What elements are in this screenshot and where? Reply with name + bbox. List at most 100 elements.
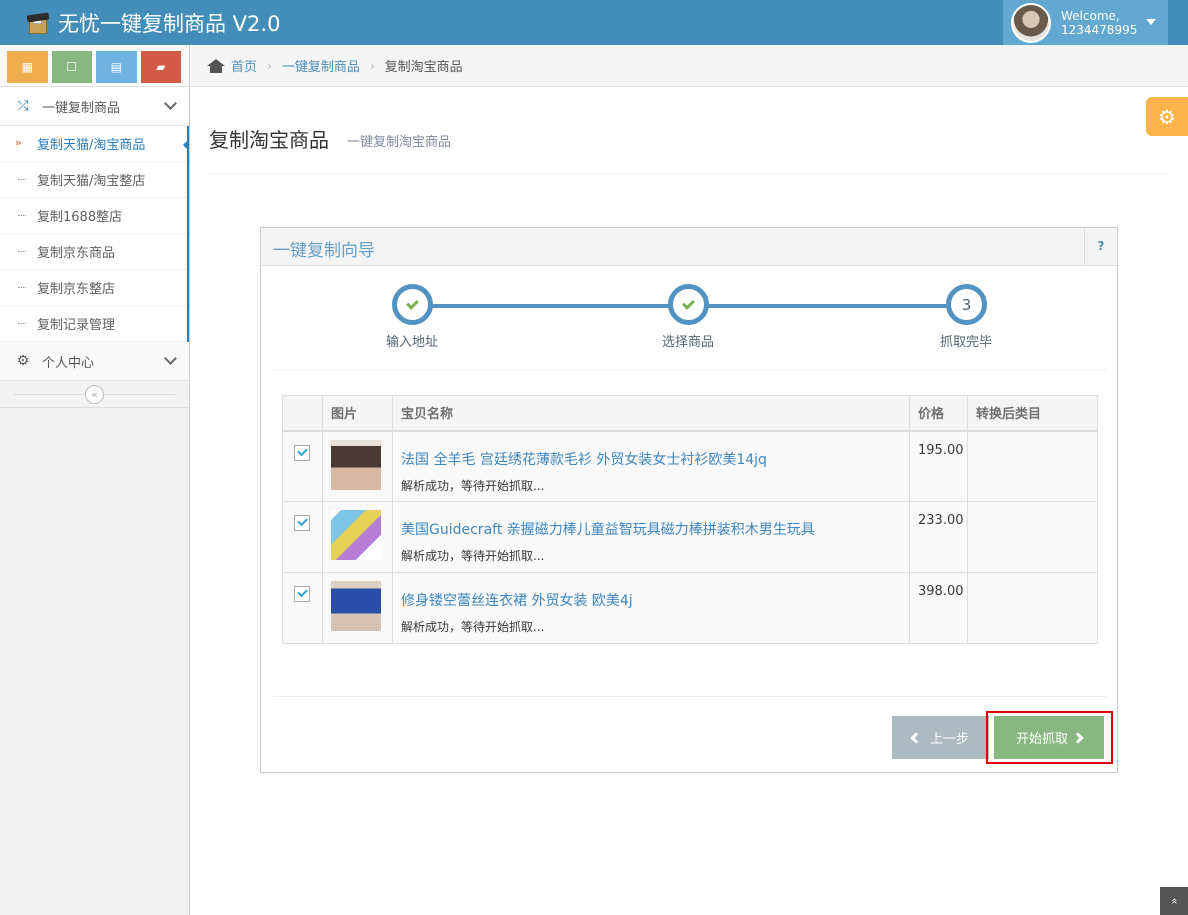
user-name: 1234478995	[1061, 22, 1138, 37]
product-status: 解析成功，等待开始抓取...	[401, 620, 545, 634]
product-price: 233.00	[909, 501, 968, 573]
step-number: 3	[961, 295, 972, 314]
sidebar-item-label: 复制京东整店	[37, 282, 116, 297]
step-2-circle	[668, 284, 709, 325]
box-logo-icon	[26, 11, 50, 35]
step-3-label: 抓取完毕	[939, 335, 992, 350]
wizard-title: 一键复制向导	[273, 241, 375, 261]
product-thumbnail	[331, 439, 381, 490]
table-row: 修身镂空蕾丝连衣裙 外贸女装 欧美4j 解析成功，等待开始抓取... 398.0…	[282, 572, 1098, 644]
check-icon	[406, 296, 419, 310]
product-category	[967, 430, 1098, 502]
sidebar-submenu: » 复制天猫/淘宝商品 复制天猫/淘宝整店 复制1688整店 复制京东商品 复制…	[0, 126, 189, 342]
user-menu[interactable]: Welcome, 1234478995	[1003, 0, 1168, 45]
caret-down-icon	[1146, 19, 1156, 25]
product-name-link[interactable]: 法国 全羊毛 宫廷绣花薄款毛衫 外贸女装女士衬衫欧美14jq	[401, 449, 909, 469]
product-category	[967, 501, 1098, 573]
column-header-price: 价格	[909, 395, 968, 432]
check-icon	[682, 296, 695, 310]
gear-icon: ⚙	[16, 353, 30, 369]
divider	[273, 696, 1106, 697]
table-header-row: 图片 宝贝名称 价格 转换后类目	[282, 395, 1098, 432]
grid-icon[interactable]: ▤	[96, 51, 137, 83]
product-thumbnail	[331, 510, 381, 560]
breadcrumb-home[interactable]: 首页	[231, 56, 257, 75]
collapse-sidebar-icon[interactable]: «	[85, 385, 104, 404]
breadcrumb-current: 复制淘宝商品	[384, 60, 463, 75]
step-2-label: 选择商品	[661, 335, 714, 350]
book-icon[interactable]: ▰	[140, 51, 181, 83]
page-title: 复制淘宝商品	[209, 128, 329, 152]
chevron-down-icon	[164, 352, 177, 365]
breadcrumb: 首页 › 一键复制商品 › 复制淘宝商品	[191, 45, 1188, 87]
user-info: Welcome, 1234478995	[1061, 9, 1137, 37]
wizard-panel: 一键复制向导 ? 3 输入地址 选择商品 抓取完毕 图片 宝贝名称 价格 转换后…	[260, 227, 1118, 773]
sidebar-group-label: 个人中心	[42, 355, 95, 371]
wizard-steps: 3	[261, 266, 1117, 368]
sidebar: ▦ ☐ ▤ ▰ ⤮ 一键复制商品 » 复制天猫/淘宝商品 复制天猫/淘宝整店 复…	[0, 45, 190, 915]
product-name-link[interactable]: 修身镂空蕾丝连衣裙 外贸女装 欧美4j	[401, 590, 909, 610]
step-3-circle: 3	[946, 284, 987, 325]
step-1-label: 输入地址	[385, 335, 438, 350]
chevron-left-icon	[910, 731, 922, 744]
page-subtitle: 一键复制淘宝商品	[347, 135, 452, 150]
welcome-text: Welcome,	[1061, 8, 1120, 23]
table-row: 法国 全羊毛 宫廷绣花薄款毛衫 外贸女装女士衬衫欧美14jq 解析成功，等待开始…	[282, 430, 1098, 502]
column-header-name: 宝贝名称	[392, 395, 910, 432]
top-navbar: 无忧一键复制商品 V2.0 Welcome, 1234478995	[0, 0, 1188, 45]
product-name-link[interactable]: 美国Guidecraft 亲握磁力棒儿童益智玩具磁力棒拼装积木男生玩具	[401, 519, 909, 539]
sidebar-group-copy[interactable]: ⤮ 一键复制商品	[0, 87, 189, 126]
step-1-circle	[392, 284, 433, 325]
sidebar-item-copy-taobao-store[interactable]: 复制天猫/淘宝整店	[0, 162, 187, 198]
sidebar-collapse-row: «	[0, 381, 189, 408]
sidebar-item-copy-jd-store[interactable]: 复制京东整店	[0, 270, 187, 306]
row-checkbox[interactable]	[294, 515, 310, 531]
home-icon	[207, 58, 225, 73]
sidebar-item-copy-1688-store[interactable]: 复制1688整店	[0, 198, 187, 234]
breadcrumb-separator: ›	[369, 58, 375, 73]
help-icon[interactable]: ?	[1084, 228, 1117, 265]
divider	[273, 369, 1106, 370]
active-pointer-icon	[183, 139, 189, 151]
sidebar-item-copy-taobao-product[interactable]: » 复制天猫/淘宝商品	[0, 126, 189, 162]
brand[interactable]: 无忧一键复制商品 V2.0	[26, 8, 280, 38]
calendar-icon[interactable]: ▦	[7, 51, 48, 83]
sidebar-item-copy-records[interactable]: 复制记录管理	[0, 306, 187, 342]
row-checkbox[interactable]	[294, 444, 310, 461]
highlight-annotation	[986, 711, 1113, 764]
prev-step-label: 上一步	[929, 732, 969, 747]
product-category	[967, 572, 1098, 644]
double-angle-up-icon: »	[1166, 897, 1180, 905]
wizard-header: 一键复制向导 ?	[261, 228, 1117, 266]
sidebar-group-label: 一键复制商品	[42, 100, 121, 116]
step-connector	[416, 304, 692, 308]
shuffle-icon: ⤮	[17, 98, 29, 114]
shortcut-bar: ▦ ☐ ▤ ▰	[0, 45, 189, 87]
app-title: 无忧一键复制商品 V2.0	[58, 12, 281, 36]
square-icon[interactable]: ☐	[51, 51, 92, 83]
table-row: 美国Guidecraft 亲握磁力棒儿童益智玩具磁力棒拼装积木男生玩具 解析成功…	[282, 501, 1098, 573]
column-header-select	[282, 395, 323, 432]
breadcrumb-section[interactable]: 一键复制商品	[282, 56, 360, 75]
product-price: 195.00	[909, 430, 968, 502]
sidebar-item-label: 复制记录管理	[37, 318, 116, 333]
product-status: 解析成功，等待开始抓取...	[401, 549, 545, 563]
column-header-category: 转换后类目	[967, 395, 1098, 432]
product-table: 图片 宝贝名称 价格 转换后类目 法国 全羊毛 宫廷绣花薄款毛衫 外贸女装女士衬…	[282, 395, 1098, 644]
column-header-image: 图片	[322, 395, 393, 432]
product-status: 解析成功，等待开始抓取...	[401, 478, 545, 493]
prev-step-button[interactable]: 上一步	[892, 716, 989, 759]
avatar	[1011, 2, 1051, 43]
sidebar-item-label: 复制天猫/淘宝整店	[37, 174, 146, 189]
product-price: 398.00	[909, 572, 968, 644]
sidebar-group-personal[interactable]: ⚙ 个人中心	[0, 342, 189, 381]
sidebar-item-copy-jd-product[interactable]: 复制京东商品	[0, 234, 187, 270]
product-thumbnail	[331, 581, 381, 631]
breadcrumb-separator: ›	[267, 58, 272, 73]
sidebar-item-label: 复制京东商品	[37, 246, 116, 261]
scroll-to-top-button[interactable]: »	[1160, 887, 1188, 915]
sidebar-item-label: 复制1688整店	[37, 210, 123, 225]
step-connector	[692, 304, 970, 308]
row-checkbox[interactable]	[294, 586, 310, 602]
page-header: 复制淘宝商品 一键复制淘宝商品	[209, 110, 1167, 174]
